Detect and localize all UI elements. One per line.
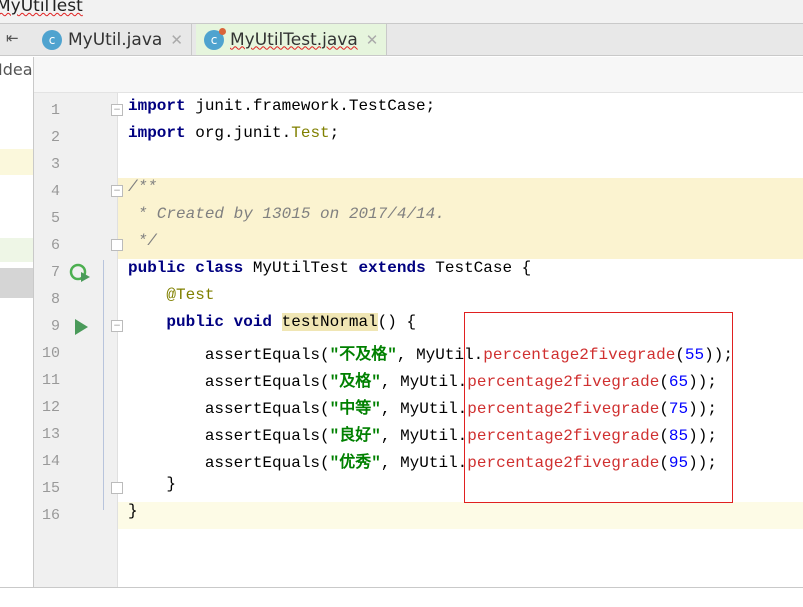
class-icon: c	[42, 29, 62, 50]
tab-label: MyUtilTest.java	[230, 29, 358, 50]
code-token: org.junit.	[195, 124, 292, 142]
line-number: 16	[41, 507, 60, 524]
code-token: "优秀"	[329, 454, 381, 472]
code-line[interactable]	[118, 151, 803, 178]
breadcrumb-item[interactable]: MyUtilTest	[0, 0, 83, 16]
code-token: import	[128, 124, 186, 142]
line-number: 7	[50, 264, 60, 281]
code-token: , MyUtil.	[380, 373, 468, 391]
code-line[interactable]: * Created by 13015 on 2017/4/14.	[118, 205, 803, 232]
code-line[interactable]: @Test	[118, 286, 803, 313]
code-line[interactable]: /**	[118, 178, 803, 205]
code-token: */	[128, 232, 157, 250]
code-line[interactable]: public class MyUtilTest extends TestCase…	[118, 259, 803, 286]
fold-icon[interactable]	[111, 482, 123, 494]
line-number: 12	[41, 399, 60, 416]
highlight-box	[464, 312, 733, 503]
scope-line	[103, 260, 104, 510]
test-class-icon: c	[204, 27, 226, 50]
fold-icon[interactable]: −	[111, 185, 123, 197]
editor-tabs: ⇤ c MyUtil.java ✕ c MyUtilTest.java ✕	[0, 24, 803, 56]
code-token: public class	[128, 259, 253, 277]
tab-label: MyUtil.java	[68, 29, 163, 50]
panel-row[interactable]	[0, 238, 33, 262]
fold-icon[interactable]: −	[111, 320, 123, 332]
code-token: Test	[291, 124, 330, 142]
editor-breadcrumb-bar	[34, 57, 803, 93]
breadcrumb: MyUtilTest	[0, 0, 803, 24]
code-token: () {	[377, 313, 417, 331]
code-token: assertEquals(	[128, 427, 330, 445]
code-token: , MyUtil.	[380, 400, 468, 418]
code-token: }	[128, 475, 177, 493]
code-token: import	[128, 97, 186, 115]
code-token: "中等"	[329, 400, 381, 418]
line-number: 9	[50, 318, 60, 335]
code-token: assertEquals(	[128, 373, 330, 391]
tab-myutiltest[interactable]: c MyUtilTest.java ✕	[196, 24, 388, 55]
line-number: 14	[41, 453, 60, 470]
code-token: }	[128, 502, 138, 520]
code-token: "不及格"	[329, 346, 397, 364]
code-line[interactable]: import junit.framework.TestCase;	[118, 97, 803, 124]
tab-myutil[interactable]: c MyUtil.java ✕	[34, 24, 192, 55]
run-class-icon[interactable]	[68, 262, 92, 284]
pin-icon[interactable]: ⇤	[6, 29, 19, 47]
line-number: 3	[50, 156, 60, 173]
close-icon[interactable]: ✕	[366, 31, 379, 49]
close-icon[interactable]: ✕	[170, 31, 183, 49]
line-number: 5	[50, 210, 60, 227]
code-token: assertEquals(	[128, 400, 330, 418]
line-number: 15	[41, 480, 60, 497]
project-label: IdeaP	[0, 60, 33, 79]
code-token: assertEquals(	[128, 346, 330, 364]
line-number: 2	[50, 129, 60, 146]
fold-icon[interactable]: −	[111, 104, 123, 116]
code-token: @Test	[128, 286, 215, 304]
code-token: public void	[128, 313, 282, 331]
code-token: , MyUtil.	[380, 454, 468, 472]
panel-row[interactable]	[0, 149, 33, 175]
code-line[interactable]: import org.junit.Test;	[118, 124, 803, 151]
code-token: "及格"	[329, 373, 381, 391]
code-line[interactable]: */	[118, 232, 803, 259]
code-token: assertEquals(	[128, 454, 330, 472]
code-token: extends	[358, 259, 436, 277]
fold-icon[interactable]	[111, 239, 123, 251]
line-number: 8	[50, 291, 60, 308]
line-number: 11	[41, 372, 60, 389]
code-token: testNormal	[281, 313, 378, 331]
code-token: "良好"	[329, 427, 381, 445]
line-number: 6	[50, 237, 60, 254]
code-token: TestCase {	[435, 259, 532, 277]
code-line[interactable]: }	[118, 502, 803, 529]
code-token: ;	[329, 124, 340, 142]
line-number: 13	[41, 426, 60, 443]
code-token: /**	[128, 178, 157, 196]
status-bar	[0, 587, 803, 607]
code-token: junit.framework.TestCase;	[195, 97, 436, 115]
code-token: * Created by 13015 on 2017/4/14.	[128, 205, 445, 223]
project-panel: IdeaP	[0, 57, 34, 587]
code-token: , MyUtil.	[380, 427, 468, 445]
line-number: 4	[50, 183, 60, 200]
panel-row-selected[interactable]	[0, 268, 33, 298]
line-number: 1	[50, 102, 60, 119]
run-test-icon[interactable]	[74, 318, 90, 336]
code-token: MyUtilTest	[252, 259, 359, 277]
line-number: 10	[41, 345, 60, 362]
